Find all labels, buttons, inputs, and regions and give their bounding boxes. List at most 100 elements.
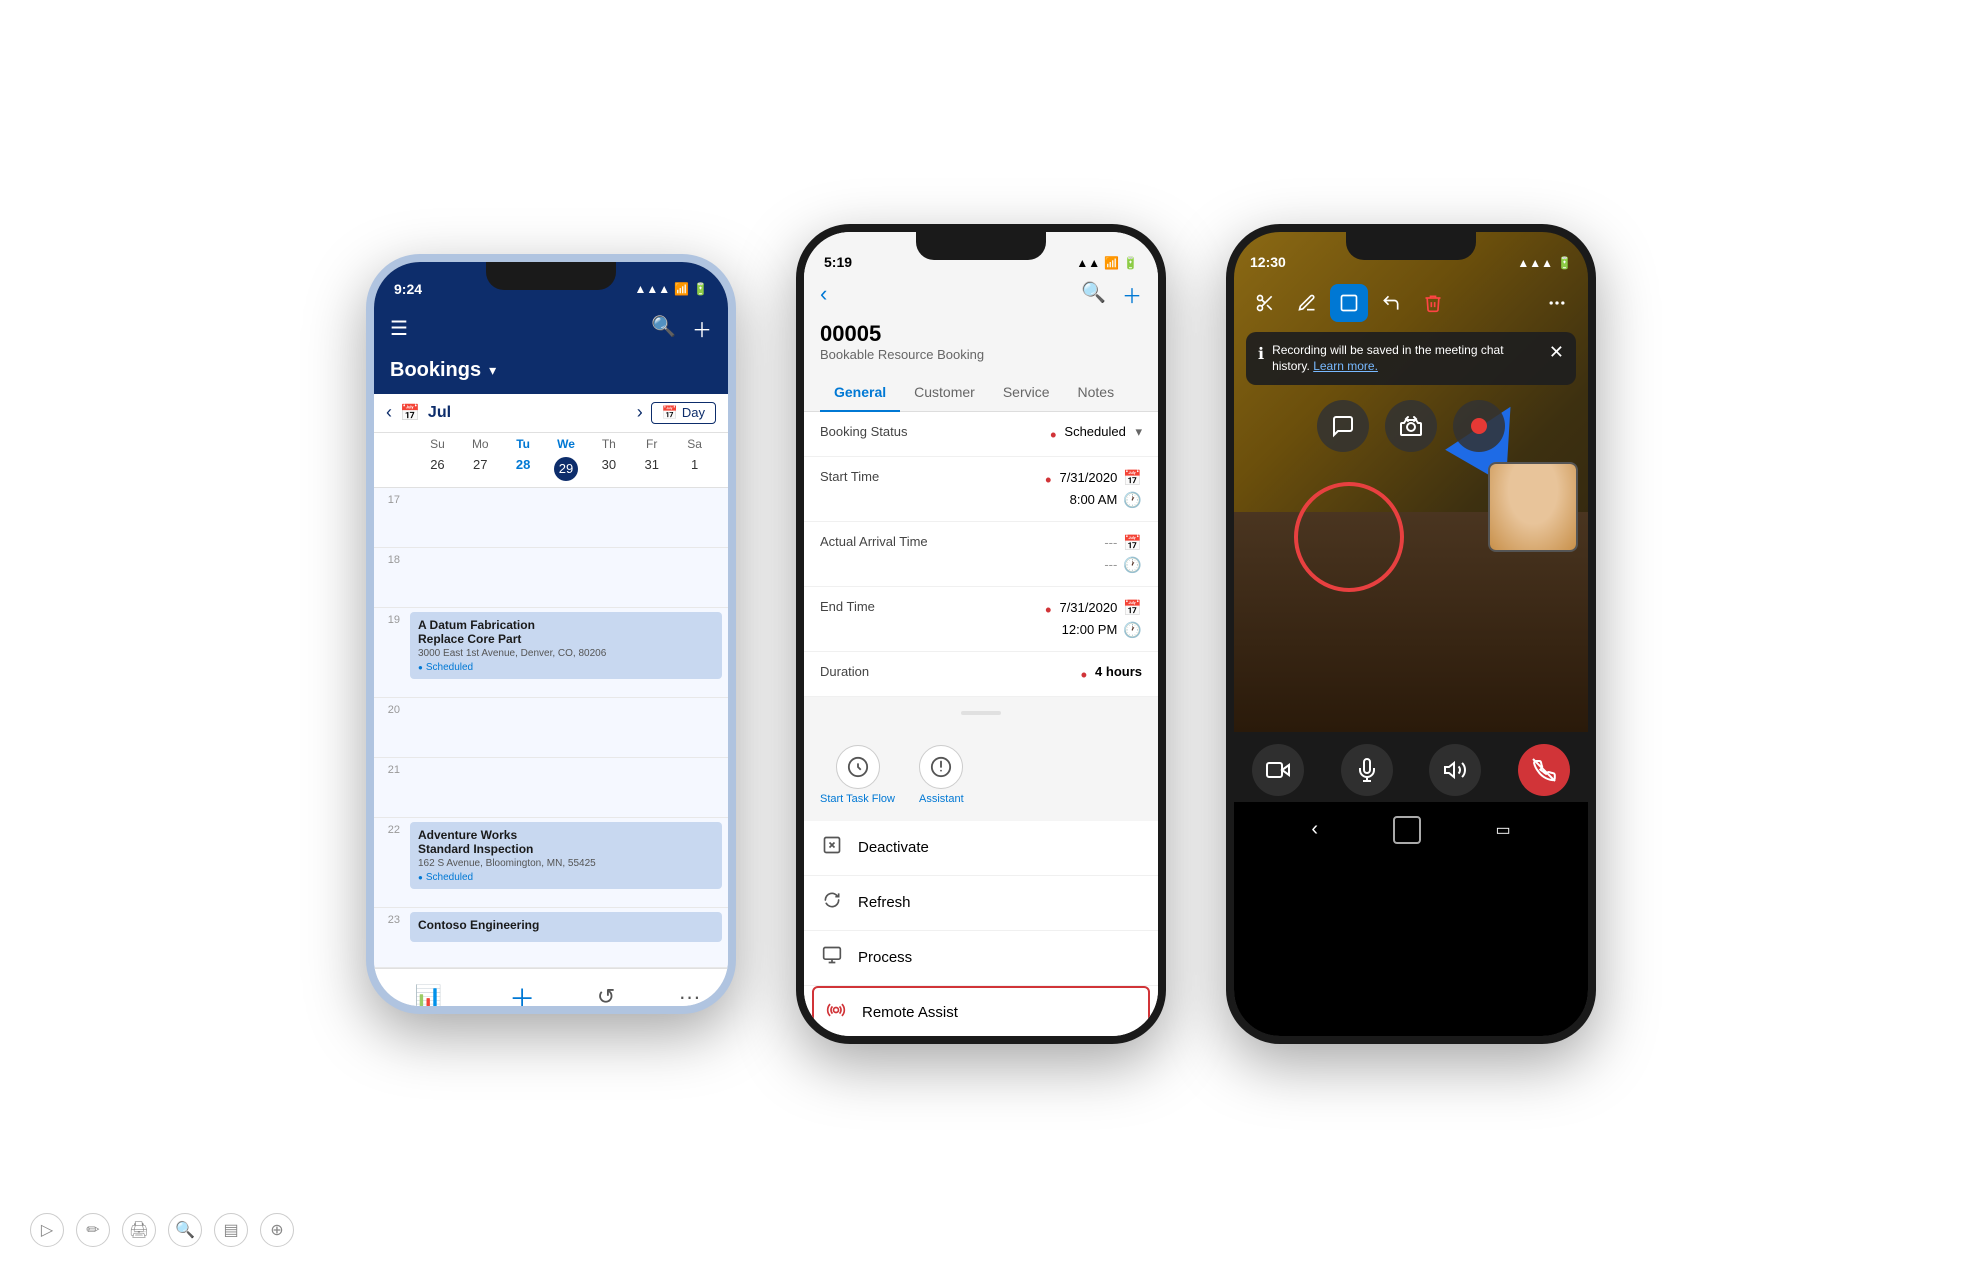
- search-icon-2[interactable]: 🔍: [1081, 280, 1106, 309]
- hour-17: 17: [374, 488, 404, 547]
- start-task-flow-button[interactable]: Start Task Flow: [820, 745, 895, 805]
- tab-notes[interactable]: Notes: [1064, 374, 1129, 412]
- menu-process[interactable]: Process: [804, 931, 1158, 986]
- value-duration: 4 hours: [1095, 664, 1142, 679]
- calendar-icon-arrival[interactable]: 📅: [1123, 534, 1142, 552]
- date-31[interactable]: 31: [630, 457, 673, 481]
- event-adventure[interactable]: Adventure Works Standard Inspection 162 …: [410, 822, 722, 889]
- remote-assist-icon: [824, 1000, 848, 1026]
- clock-icon-start[interactable]: 🕐: [1123, 491, 1142, 509]
- cal-forward-icon[interactable]: ›: [637, 402, 643, 423]
- day-we: We: [545, 437, 588, 451]
- date-29-today[interactable]: 29: [554, 457, 578, 481]
- chat-button[interactable]: [1317, 400, 1369, 452]
- edit-icon[interactable]: ✏: [76, 1213, 110, 1247]
- search-icon[interactable]: 🔍: [651, 314, 676, 343]
- clock-icon-end[interactable]: 🕐: [1123, 621, 1142, 639]
- end-call-button[interactable]: [1518, 744, 1570, 796]
- cal-row-22: 22 Adventure Works Standard Inspection 1…: [374, 818, 728, 908]
- back-button[interactable]: ‹: [820, 281, 827, 307]
- search-bottom-icon[interactable]: 🔍: [168, 1213, 202, 1247]
- info-icon: ℹ: [1258, 344, 1264, 364]
- new-icon: ＋: [509, 979, 535, 1006]
- speaker-button[interactable]: [1429, 744, 1481, 796]
- layout-icon[interactable]: ▤: [214, 1213, 248, 1247]
- add-icon-2[interactable]: ＋: [1122, 280, 1142, 309]
- new-button[interactable]: ＋ New: [509, 979, 535, 1006]
- event-contoso[interactable]: Contoso Engineering: [410, 912, 722, 942]
- row-22-content: Adventure Works Standard Inspection 162 …: [404, 818, 728, 907]
- field-duration: Duration • 4 hours: [804, 652, 1158, 697]
- android-recent-button[interactable]: ▭: [1496, 820, 1511, 840]
- day-view-button[interactable]: 📅 Day: [651, 402, 716, 424]
- tab-customer[interactable]: Customer: [900, 374, 989, 412]
- calendar-icon-end[interactable]: 📅: [1123, 599, 1142, 617]
- field-end-time: End Time • 7/31/2020 📅 12:00 PM 🕐: [804, 587, 1158, 652]
- date-30[interactable]: 30: [587, 457, 630, 481]
- play-icon[interactable]: ▷: [30, 1213, 64, 1247]
- camera-flip-button[interactable]: [1385, 400, 1437, 452]
- time-1: 9:24: [394, 281, 422, 297]
- scissors-tool-button[interactable]: [1246, 284, 1284, 322]
- date-28[interactable]: 28: [502, 457, 545, 481]
- assistant-button[interactable]: Assistant: [919, 745, 964, 805]
- title-chevron-icon[interactable]: ▾: [489, 362, 496, 379]
- more-icon: ···: [679, 984, 701, 1006]
- bottom-bar-1: 📊 Show Chart ＋ New ↺ Refresh ··· More: [374, 968, 728, 1006]
- form-body: Booking Status • Scheduled ▾ Start Time …: [804, 412, 1158, 697]
- pip-person: [1490, 464, 1576, 550]
- event-task-2: Standard Inspection: [418, 842, 714, 856]
- date-27[interactable]: 27: [459, 457, 502, 481]
- nav-bar-2: ‹ 🔍 ＋: [804, 276, 1158, 317]
- share-icon[interactable]: ⊕: [260, 1213, 294, 1247]
- event-datum[interactable]: A Datum Fabrication Replace Core Part 30…: [410, 612, 722, 679]
- event-company-3: Contoso Engineering: [418, 918, 714, 932]
- more-tool-button[interactable]: [1538, 284, 1576, 322]
- add-icon[interactable]: ＋: [692, 314, 712, 343]
- menu-deactivate[interactable]: Deactivate: [804, 821, 1158, 876]
- date-26[interactable]: 26: [416, 457, 459, 481]
- menu-list: Deactivate Refresh: [804, 821, 1158, 1036]
- video-toggle-button[interactable]: [1252, 744, 1304, 796]
- notification-close-button[interactable]: ✕: [1549, 342, 1564, 363]
- refresh-button[interactable]: ↺ Refresh: [587, 984, 626, 1006]
- menu-refresh[interactable]: Refresh: [804, 876, 1158, 931]
- pen-tool-button[interactable]: [1288, 284, 1326, 322]
- record-button[interactable]: [1453, 400, 1505, 452]
- clock-icon-arrival[interactable]: 🕐: [1123, 556, 1142, 574]
- arrival-time-row: --- 🕐: [1104, 556, 1142, 574]
- deactivate-label: Deactivate: [858, 839, 929, 856]
- assistant-icon: [919, 745, 963, 789]
- arrival-date-row: --- 📅: [1104, 534, 1142, 552]
- value-booking-status[interactable]: Scheduled ▾: [1064, 424, 1142, 440]
- rectangle-tool-button[interactable]: [1330, 284, 1368, 322]
- event-status-2: Scheduled: [418, 872, 714, 883]
- notch-1: [486, 262, 616, 290]
- mute-button[interactable]: [1341, 744, 1393, 796]
- value-start-time: 7/31/2020 📅 8:00 AM 🕐: [1059, 469, 1142, 509]
- calendar-icon-start[interactable]: 📅: [1123, 469, 1142, 487]
- undo-tool-button[interactable]: [1372, 284, 1410, 322]
- video-toolbar: [1234, 276, 1588, 330]
- menu-remote-assist[interactable]: Remote Assist: [812, 986, 1150, 1036]
- date-1[interactable]: 1: [673, 457, 716, 481]
- status-icons-3: ▲▲▲ 🔋: [1517, 256, 1572, 270]
- day-view-cal-icon: 📅: [662, 405, 678, 421]
- nav-icons-2: 🔍 ＋: [1081, 280, 1142, 309]
- android-back-button[interactable]: ‹: [1311, 818, 1318, 841]
- more-button[interactable]: ··· More: [677, 984, 702, 1006]
- android-home-button[interactable]: [1393, 816, 1421, 844]
- end-date-row: 7/31/2020 📅: [1059, 599, 1142, 617]
- learn-more-link[interactable]: Learn more.: [1313, 359, 1378, 373]
- tab-general[interactable]: General: [820, 374, 900, 412]
- show-chart-button[interactable]: 📊 Show Chart: [400, 984, 457, 1006]
- print-icon[interactable]: 🖨: [122, 1213, 156, 1247]
- row-21-content: [404, 758, 728, 817]
- day-su: Su: [416, 437, 459, 451]
- pip-video[interactable]: [1488, 462, 1578, 552]
- cal-back-icon[interactable]: ‹: [386, 402, 392, 423]
- delete-tool-button[interactable]: [1414, 284, 1452, 322]
- row-17-content: [404, 488, 728, 547]
- hamburger-icon[interactable]: ☰: [390, 316, 408, 341]
- tab-service[interactable]: Service: [989, 374, 1064, 412]
